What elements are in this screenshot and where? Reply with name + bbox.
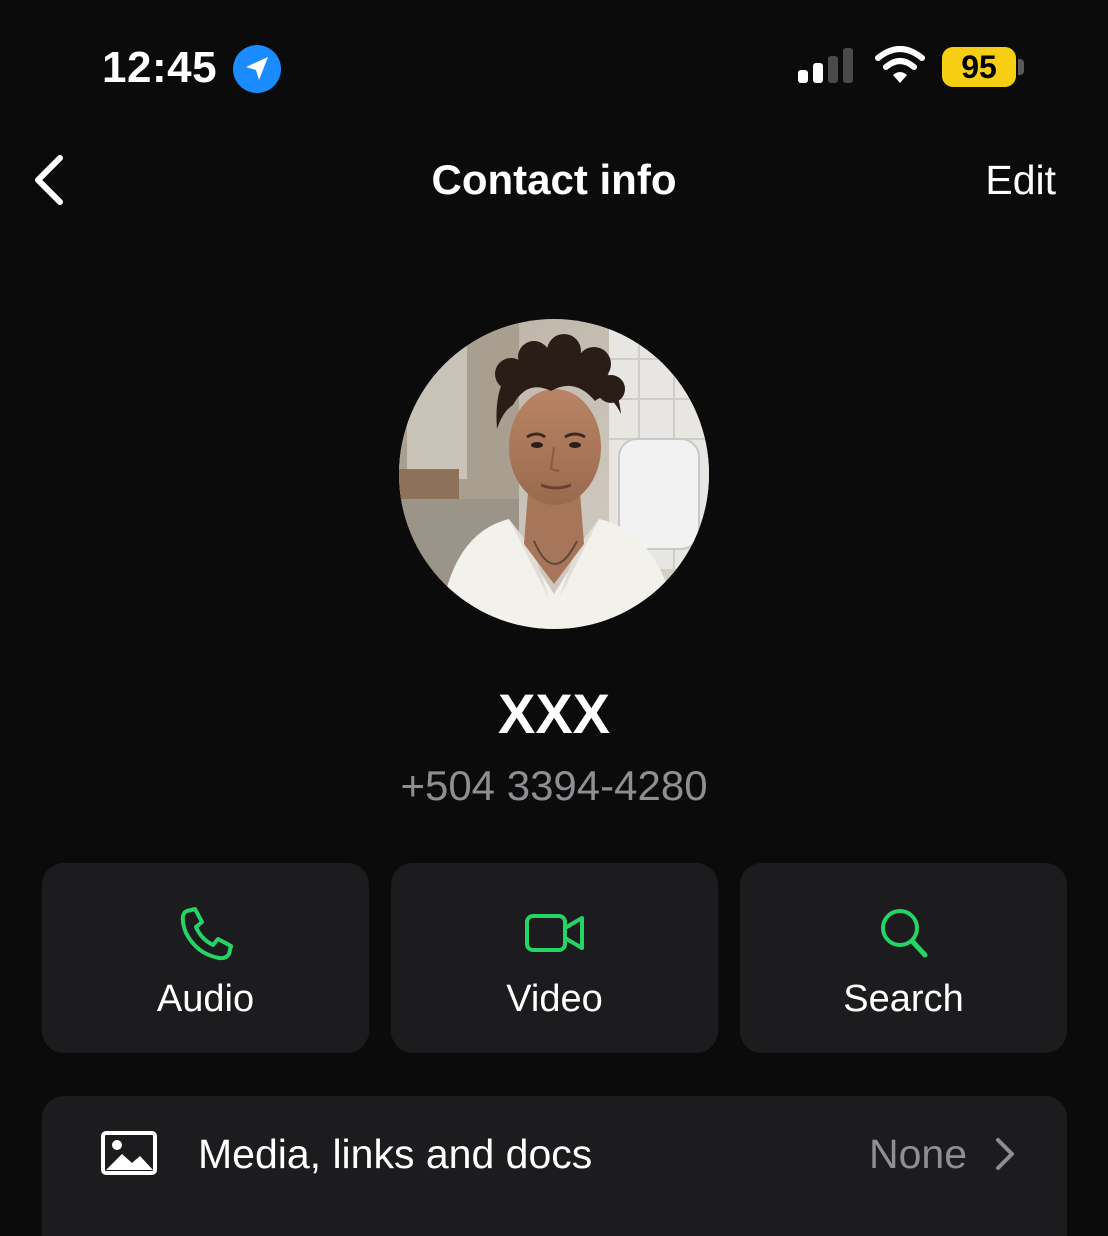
- status-time: 12:45: [102, 43, 218, 92]
- status-bar: 12:45 95: [0, 0, 1108, 130]
- video-camera-icon: [524, 914, 584, 952]
- search-icon: [880, 909, 927, 958]
- audio-call-button[interactable]: Audio: [42, 863, 369, 1053]
- wifi-icon: [875, 46, 925, 83]
- video-label: Video: [506, 978, 603, 1020]
- search-label: Search: [843, 978, 964, 1020]
- battery-level: 95: [961, 49, 997, 85]
- image-icon: [101, 1131, 157, 1175]
- battery-icon: 95: [942, 47, 1016, 87]
- chevron-right-icon: [996, 1138, 1014, 1170]
- video-call-button[interactable]: Video: [391, 863, 718, 1053]
- contact-name: XXX: [497, 682, 611, 745]
- page-title: Contact info: [431, 156, 677, 203]
- avatar[interactable]: [399, 319, 709, 629]
- contact-phone[interactable]: +504 3394-4280: [0, 762, 1108, 810]
- media-count: None: [868, 1131, 967, 1177]
- phone-icon: [180, 907, 233, 961]
- cellular-signal-icon: [798, 48, 853, 83]
- edit-button[interactable]: Edit: [985, 156, 1056, 204]
- media-label: Media, links and docs: [198, 1131, 593, 1177]
- avatar-photo: [399, 319, 709, 629]
- battery-cap: [1018, 59, 1024, 75]
- media-links-docs-row[interactable]: Media, links and docs None: [42, 1096, 1067, 1236]
- audio-label: Audio: [156, 978, 255, 1020]
- action-buttons: Audio Video Search: [42, 863, 1067, 1053]
- search-button[interactable]: Search: [740, 863, 1067, 1053]
- location-arrow-icon: [233, 45, 281, 93]
